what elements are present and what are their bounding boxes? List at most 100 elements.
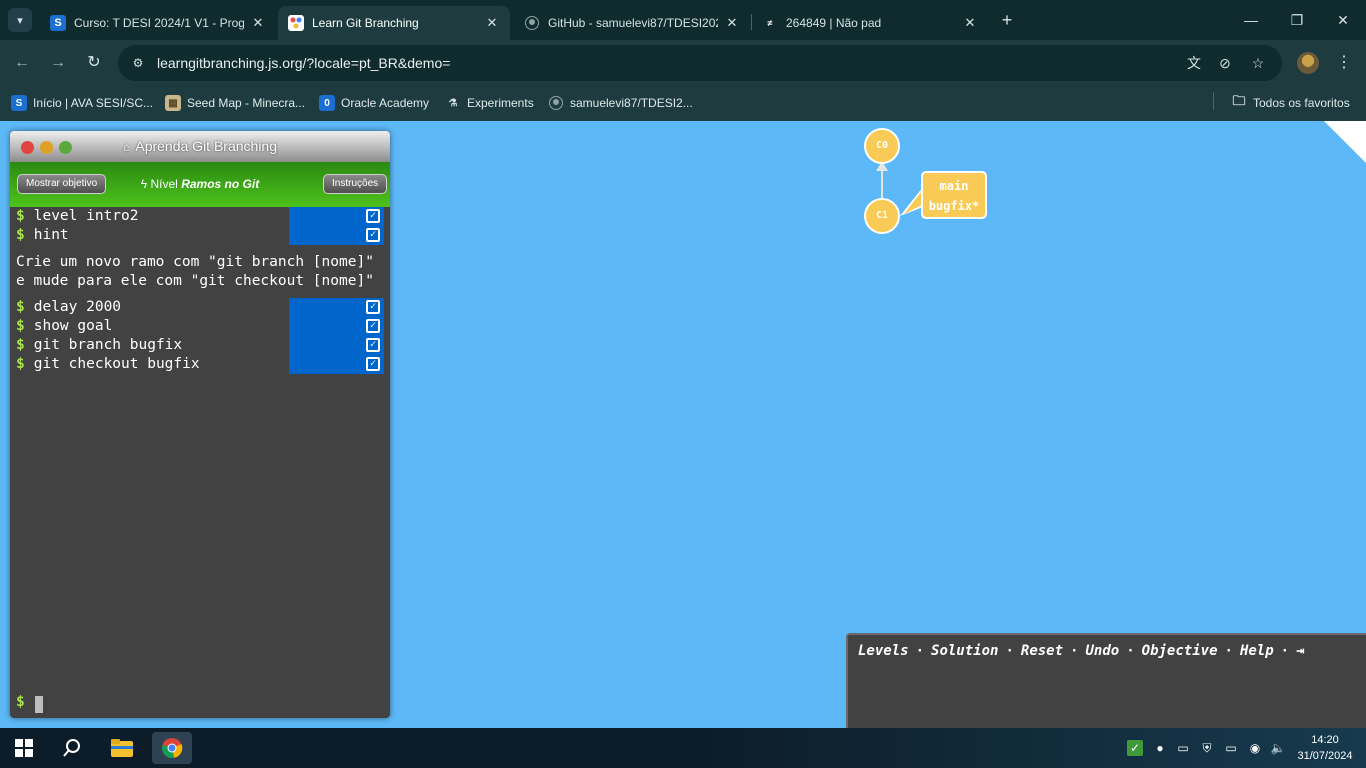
close-tab-icon[interactable]: ✕ [484, 15, 500, 31]
shield-icon[interactable]: ⛨ [1199, 740, 1215, 756]
site-info-icon[interactable]: ⚙ [128, 53, 148, 73]
new-tab-button[interactable]: + [996, 9, 1018, 31]
command-text: show goal [33, 318, 113, 334]
forward-arrow-icon[interactable]: → [45, 50, 71, 76]
command-bar: Levels · Solution · Reset · Undo · Objective · Hel… [846, 633, 1366, 728]
undo-link[interactable]: Undo [1085, 643, 1119, 659]
tray-app-icon[interactable]: ✓ [1127, 740, 1143, 756]
all-bookmarks-label: Todos os favoritos [1253, 96, 1350, 110]
tab-curso[interactable]: S Curso: T DESI 2024/1 V1 - Progr ✕ [40, 6, 276, 40]
command-input[interactable] [35, 696, 43, 713]
back-arrow-icon[interactable]: ← [9, 50, 35, 76]
checkbox-icon: ✓ [366, 338, 380, 352]
tab-learn-git-branching[interactable]: Learn Git Branching ✕ [278, 6, 510, 40]
github-icon [524, 15, 540, 31]
eye-off-icon[interactable]: ⊘ [1215, 53, 1235, 73]
command-text: git checkout bugfix [33, 356, 200, 372]
all-bookmarks-folder[interactable]: 🗀 Todos os favoritos [1231, 92, 1350, 114]
reload-icon[interactable]: ↻ [81, 50, 107, 76]
s-logo-icon: S [11, 95, 27, 111]
translate-icon[interactable]: 文 [1184, 53, 1204, 73]
instructions-button[interactable]: Instruções [323, 174, 388, 194]
levels-link[interactable]: Levels [858, 643, 909, 659]
reset-link[interactable]: Reset [1021, 643, 1063, 659]
clock-time: 14:20 [1311, 734, 1339, 746]
bookmark-ava-sesi[interactable]: S Início | AVA SESI/SC... [11, 92, 153, 114]
star-icon[interactable]: ☆ [1248, 53, 1268, 73]
command-text: hint [33, 227, 69, 243]
solution-link[interactable]: Solution [931, 643, 998, 659]
tray-image-icon[interactable]: ▭ [1175, 740, 1191, 756]
volume-icon[interactable]: 🔈 [1270, 740, 1286, 756]
objective-link[interactable]: Objective [1142, 643, 1218, 659]
bookmarks-separator [1213, 92, 1214, 110]
close-tab-icon[interactable]: ✕ [724, 15, 740, 31]
profile-avatar[interactable] [1297, 52, 1319, 74]
system-clock[interactable]: 14:20 31/07/2024 [1294, 732, 1356, 764]
address-bar[interactable]: ⚙ learngitbranching.js.org/?locale=pt_BR… [118, 45, 1282, 81]
command-status: ✓ [289, 355, 384, 374]
chrome-taskbar-icon[interactable] [152, 732, 192, 764]
bookmark-label: Experiments [467, 96, 534, 110]
tab-title: GitHub - samuelevi87/TDESI202 [548, 16, 718, 30]
close-tab-icon[interactable]: ✕ [250, 15, 266, 31]
bookmark-seed-map[interactable]: ▦ Seed Map - Minecra... [165, 92, 305, 114]
minimize-light-icon[interactable] [40, 141, 53, 154]
search-icon[interactable] [52, 732, 92, 764]
history-command: $ show goal ✓ [10, 317, 390, 336]
bookmark-github-repo[interactable]: samuelevi87/TDESI2... [548, 92, 693, 114]
bookmark-experiments[interactable]: ⚗ Experiments [445, 92, 534, 114]
level-prefix: Nível [150, 177, 178, 191]
link-separator: · [915, 643, 925, 659]
command-text: level intro2 [33, 208, 139, 224]
terminal-title: Aprenda Git Branching [135, 138, 277, 154]
notification-badge-icon[interactable]: ● [1152, 740, 1168, 756]
prompt-symbol: $ [16, 356, 25, 372]
eye-tray-icon[interactable]: ◉ [1247, 740, 1263, 756]
checkbox-icon: ✓ [366, 357, 380, 371]
maximize-light-icon[interactable] [59, 141, 72, 154]
bookmark-label: Oracle Academy [341, 96, 430, 110]
menu-kebab-icon[interactable]: ⋮ [1334, 51, 1354, 75]
link-separator: · [1070, 643, 1079, 659]
bookmark-oracle-academy[interactable]: 0 Oracle Academy [319, 92, 429, 114]
show-goal-button[interactable]: Mostrar objetivo [17, 174, 107, 194]
hint-line: e mude para ele com "git checkout [nome]… [16, 273, 374, 289]
hint-line: Crie um novo ramo com "git branch [nome]… [16, 254, 374, 270]
home-icon: ⌂ [122, 140, 131, 154]
git-graph: C0 C1 main bugfix* [860, 121, 1000, 241]
oracle-icon: 0 [319, 95, 335, 111]
link-separator: · [1224, 643, 1233, 659]
clock-date: 31/07/2024 [1297, 750, 1353, 762]
close-tab-icon[interactable]: ✕ [962, 15, 978, 31]
help-link[interactable]: Help [1240, 643, 1274, 659]
start-windows-icon[interactable] [4, 732, 44, 764]
network-icon[interactable]: ▭ [1223, 740, 1239, 756]
history-command: $ git branch bugfix ✓ [10, 336, 390, 355]
commit-node-c1[interactable]: C1 [864, 198, 900, 234]
tab-nao-pad[interactable]: ≠ 264849 | Não pad ✕ [752, 6, 988, 40]
flask-icon: ⚗ [448, 97, 458, 109]
close-window-button[interactable]: ✕ [1320, 6, 1366, 34]
link-separator: · [1280, 643, 1290, 659]
windows-taskbar: ✓ ● ▭ ⛨ ▭ ◉ 🔈 14:20 31/07/2024 [0, 728, 1366, 768]
restore-button[interactable]: ❐ [1274, 6, 1320, 34]
minimize-button[interactable]: — [1228, 6, 1274, 34]
command-status: ✓ [289, 226, 384, 245]
file-explorer-icon[interactable] [102, 732, 142, 764]
commit-node-c0[interactable]: C0 [864, 128, 900, 164]
checkbox-icon: ✓ [366, 319, 380, 333]
tab-search-button[interactable]: ▾ [8, 8, 32, 32]
input-prompt-symbol: $ [16, 694, 25, 710]
level-name: Ramos no Git [181, 177, 260, 191]
url-text[interactable]: learngitbranching.js.org/?locale=pt_BR&d… [157, 55, 450, 71]
branch-label-group[interactable]: main bugfix* [921, 171, 987, 219]
folder-icon: 🗀 [1232, 93, 1246, 108]
terminal-history: $ level intro2 ✓ $ hint ✓ Crie um novo ram… [10, 207, 390, 374]
prompt-symbol: $ [16, 337, 25, 353]
checkbox-icon: ✓ [366, 228, 380, 242]
tab-github[interactable]: GitHub - samuelevi87/TDESI202 ✕ [514, 6, 750, 40]
exit-icon[interactable]: ⇥ [1296, 643, 1304, 659]
close-light-icon[interactable] [21, 141, 34, 154]
level-label: ϟ Nível Ramos no Git [120, 177, 280, 191]
